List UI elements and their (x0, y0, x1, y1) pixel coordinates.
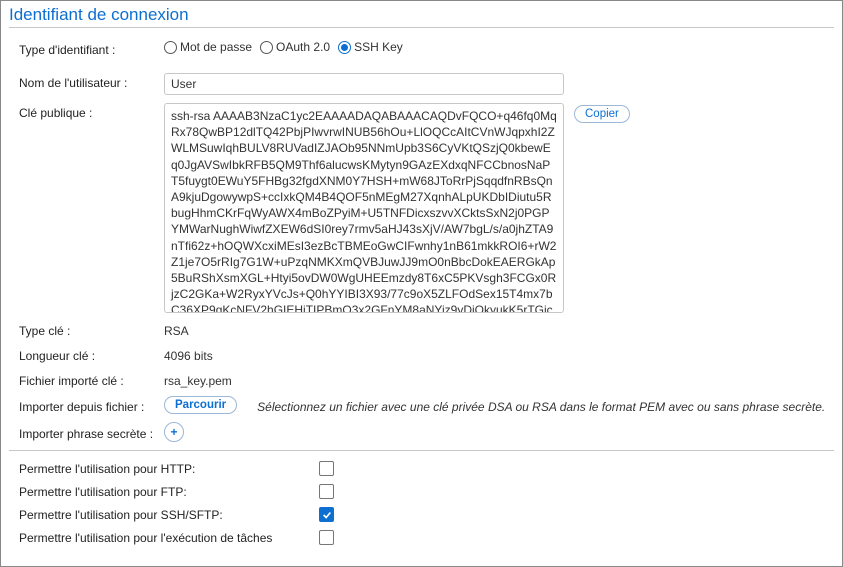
check-icon (322, 510, 332, 520)
import-file-hint: Sélectionnez un fichier avec une clé pri… (237, 396, 834, 414)
row-import-file: Importer depuis fichier : Parcourir Séle… (9, 396, 834, 414)
radio-password[interactable]: Mot de passe (164, 40, 252, 54)
radio-icon (260, 41, 273, 54)
perm-ftp-checkbox[interactable] (319, 484, 334, 499)
row-username: Nom de l'utilisateur : (9, 73, 834, 95)
key-length-label: Longueur clé : (19, 346, 164, 363)
radio-password-label: Mot de passe (180, 40, 252, 54)
section-title: Identifiant de connexion (9, 5, 834, 28)
import-file-label: Importer depuis fichier : (19, 397, 164, 414)
key-type-label: Type clé : (19, 321, 164, 338)
row-key-file: Fichier importé clé : rsa_key.pem (9, 371, 834, 388)
perm-row-ssh: Permettre l'utilisation pour SSH/SFTP: (9, 507, 834, 522)
perm-row-ftp: Permettre l'utilisation pour FTP: (9, 484, 834, 499)
radio-icon (164, 41, 177, 54)
radio-ssh-key[interactable]: SSH Key (338, 40, 403, 54)
perm-ftp-label: Permettre l'utilisation pour FTP: (19, 485, 319, 499)
username-input[interactable] (164, 73, 564, 95)
row-key-type: Type clé : RSA (9, 321, 834, 338)
row-key-length: Longueur clé : 4096 bits (9, 346, 834, 363)
key-length-value: 4096 bits (164, 346, 213, 363)
perm-row-task: Permettre l'utilisation pour l'exécution… (9, 530, 834, 545)
row-id-type: Type d'identifiant : Mot de passe OAuth … (9, 40, 834, 57)
add-passphrase-button[interactable]: + (164, 422, 184, 442)
perm-http-checkbox[interactable] (319, 461, 334, 476)
radio-ssh-label: SSH Key (354, 40, 403, 54)
row-pubkey: Clé publique : ssh-rsa AAAAB3NzaC1yc2EAA… (9, 103, 834, 313)
pubkey-textarea[interactable]: ssh-rsa AAAAB3NzaC1yc2EAAAADAQABAAACAQDv… (164, 103, 564, 313)
username-label: Nom de l'utilisateur : (19, 73, 164, 90)
perm-task-checkbox[interactable] (319, 530, 334, 545)
row-import-phrase: Importer phrase secrète : + (9, 422, 834, 442)
perm-http-label: Permettre l'utilisation pour HTTP: (19, 462, 319, 476)
key-file-label: Fichier importé clé : (19, 371, 164, 388)
copy-button[interactable]: Copier (574, 105, 630, 123)
radio-icon-selected (338, 41, 351, 54)
divider (9, 450, 834, 451)
perm-ssh-checkbox[interactable] (319, 507, 334, 522)
radio-oauth[interactable]: OAuth 2.0 (260, 40, 330, 54)
key-type-value: RSA (164, 321, 189, 338)
key-file-value: rsa_key.pem (164, 371, 232, 388)
radio-oauth-label: OAuth 2.0 (276, 40, 330, 54)
pubkey-label: Clé publique : (19, 103, 164, 120)
perm-task-label: Permettre l'utilisation pour l'exécution… (19, 531, 319, 545)
browse-button[interactable]: Parcourir (164, 396, 237, 414)
perm-ssh-label: Permettre l'utilisation pour SSH/SFTP: (19, 508, 319, 522)
perm-row-http: Permettre l'utilisation pour HTTP: (9, 461, 834, 476)
import-phrase-label: Importer phrase secrète : (19, 424, 164, 441)
id-type-label: Type d'identifiant : (19, 40, 164, 57)
